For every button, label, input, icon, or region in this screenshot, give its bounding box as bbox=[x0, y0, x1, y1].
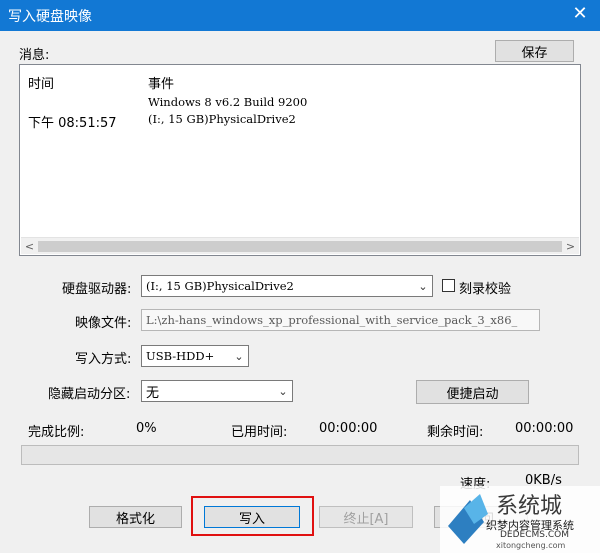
hidden-partition-value: 无 bbox=[146, 385, 160, 401]
log-time-2: 下午 08:51:57 bbox=[28, 116, 117, 131]
scroll-left-icon[interactable]: < bbox=[21, 238, 38, 255]
watermark-line-2: DEDECMS.COM bbox=[500, 530, 569, 540]
progress-bar bbox=[21, 445, 579, 465]
window-title: 写入硬盘映像 bbox=[8, 9, 92, 25]
hidden-partition-label: 隐藏启动分区: bbox=[48, 387, 131, 402]
image-file-label: 映像文件: bbox=[75, 316, 132, 331]
drive-select[interactable]: (I:, 15 GB)PhysicalDrive2 ⌄ bbox=[141, 275, 433, 297]
column-header-time: 时间 bbox=[28, 77, 55, 92]
log-event-1: Windows 8 v6.2 Build 9200 bbox=[148, 95, 308, 109]
message-log[interactable]: 时间 事件 Windows 8 v6.2 Build 9200 下午 08:51… bbox=[19, 64, 581, 256]
watermark-brand: 系统城 bbox=[496, 494, 563, 519]
messages-label: 消息: bbox=[19, 48, 50, 63]
image-file-field[interactable]: L:\zh-hans_windows_xp_professional_with_… bbox=[141, 309, 540, 331]
elapsed-value: 00:00:00 bbox=[319, 421, 378, 436]
remaining-label: 剩余时间: bbox=[427, 425, 484, 440]
percent-value: 0% bbox=[136, 421, 157, 436]
watermark-line-3: xitongcheng.com bbox=[496, 541, 566, 550]
chevron-down-icon: ⌄ bbox=[418, 279, 428, 293]
log-event-2: (I:, 15 GB)PhysicalDrive2 bbox=[148, 112, 296, 126]
horizontal-scrollbar[interactable]: < > bbox=[21, 237, 579, 254]
drive-select-value: (I:, 15 GB)PhysicalDrive2 bbox=[146, 279, 294, 293]
quick-boot-button[interactable]: 便捷启动 bbox=[416, 380, 529, 404]
scroll-right-icon[interactable]: > bbox=[562, 238, 579, 255]
close-icon[interactable]: ✕ bbox=[570, 4, 590, 24]
write-button[interactable]: 写入 bbox=[204, 506, 300, 528]
scrollbar-thumb[interactable] bbox=[38, 241, 562, 252]
title-bar: 写入硬盘映像 ✕ bbox=[0, 0, 600, 31]
verify-checkbox[interactable] bbox=[442, 279, 455, 292]
write-mode-select[interactable]: USB-HDD+ ⌄ bbox=[141, 345, 249, 367]
hidden-partition-select[interactable]: 无 ⌄ bbox=[141, 380, 293, 402]
write-mode-label: 写入方式: bbox=[75, 352, 132, 367]
image-file-value: L:\zh-hans_windows_xp_professional_with_… bbox=[146, 313, 518, 327]
percent-label: 完成比例: bbox=[28, 425, 85, 440]
save-button[interactable]: 保存 bbox=[495, 40, 574, 62]
write-mode-value: USB-HDD+ bbox=[146, 349, 215, 363]
drive-label: 硬盘驱动器: bbox=[62, 282, 132, 297]
remaining-value: 00:00:00 bbox=[515, 421, 574, 436]
chevron-down-icon: ⌄ bbox=[234, 349, 244, 363]
watermark: 系统城 织梦内容管理系统 DEDECMS.COM xitongcheng.com bbox=[440, 486, 600, 553]
verify-label: 刻录校验 bbox=[459, 282, 512, 297]
elapsed-label: 已用时间: bbox=[231, 425, 288, 440]
stop-button[interactable]: 终止[A] bbox=[319, 506, 413, 528]
format-button[interactable]: 格式化 bbox=[89, 506, 182, 528]
column-header-event: 事件 bbox=[148, 77, 175, 92]
chevron-down-icon: ⌄ bbox=[278, 384, 288, 398]
